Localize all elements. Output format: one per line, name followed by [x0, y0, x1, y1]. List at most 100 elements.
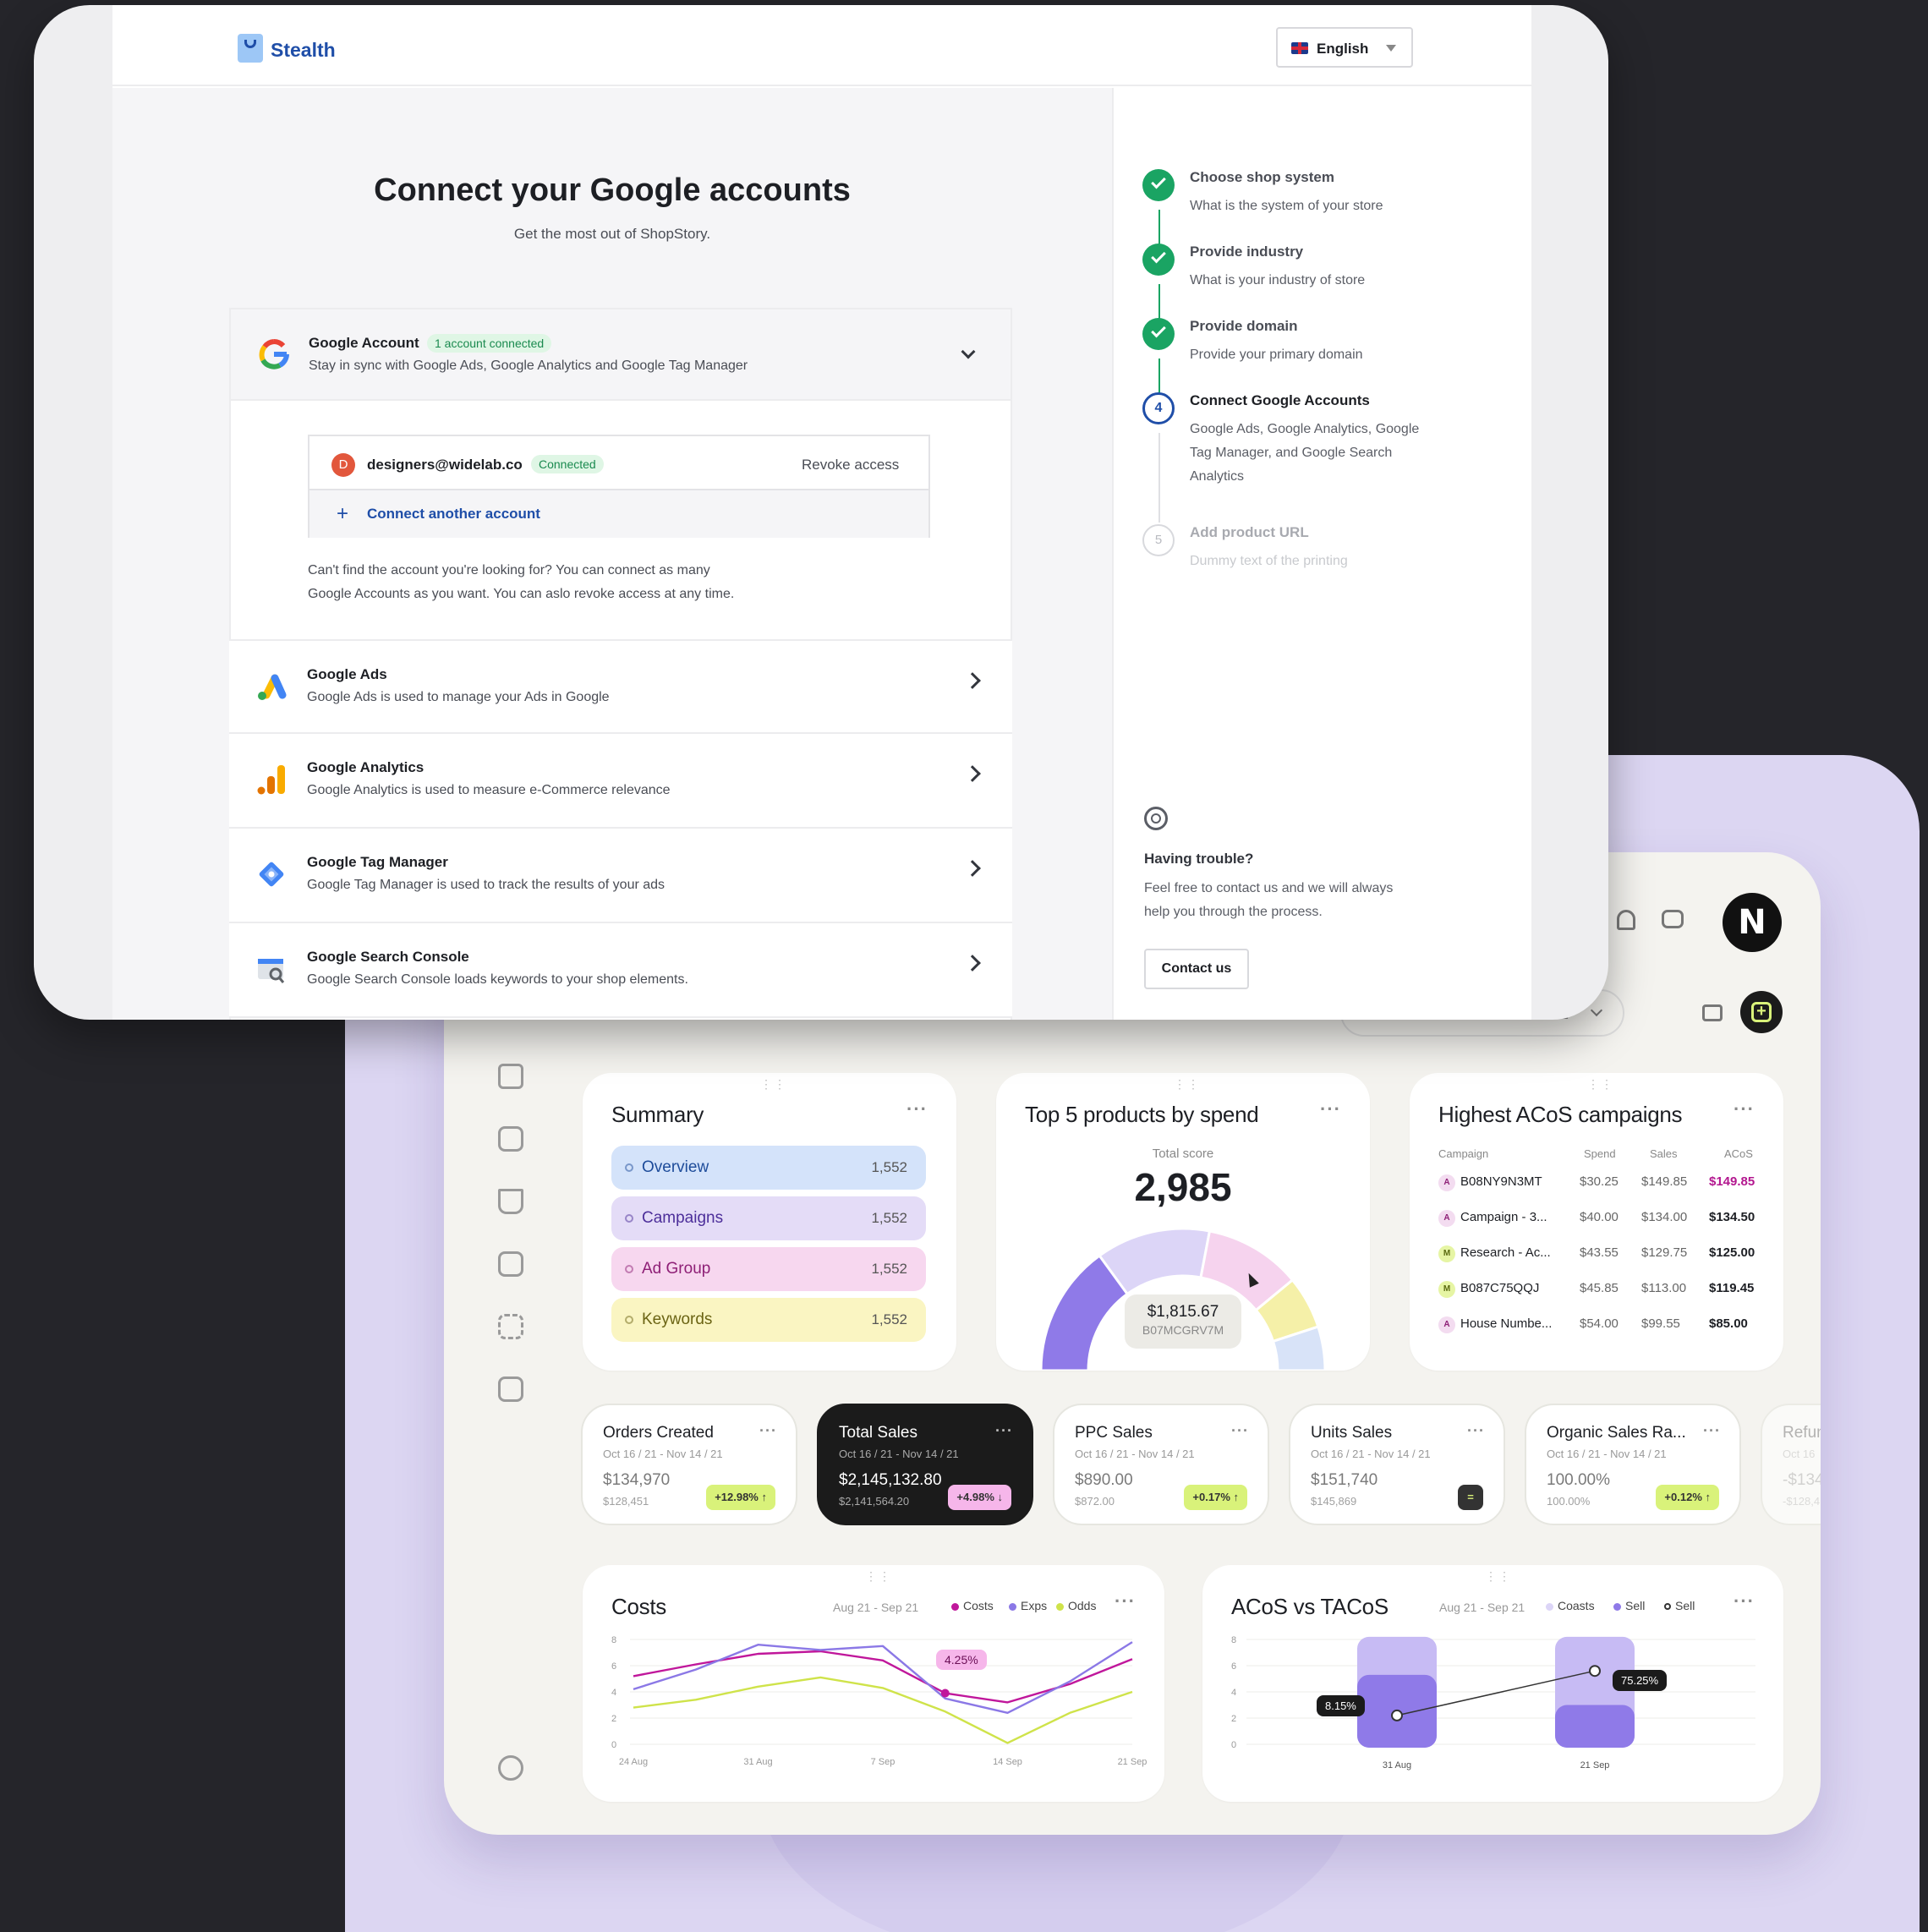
- service-google-tag-manager[interactable]: Google Tag Manager Google Tag Manager is…: [229, 829, 1012, 923]
- support-icon[interactable]: [498, 1755, 523, 1781]
- kpi-total-sales[interactable]: Total Sales ··· Oct 16 / 21 - Nov 14 / 2…: [817, 1404, 1033, 1525]
- google-account-header[interactable]: Google Account 1 account connected Stay …: [229, 308, 1012, 401]
- acos-row[interactable]: A B08NY9N3MT $30.25 $149.85 $149.85: [1438, 1169, 1777, 1195]
- acos-row[interactable]: M Research - Ac... $43.55 $129.75 $125.0…: [1438, 1240, 1777, 1266]
- summary-card: ⋮⋮ Summary ··· Overview 1,552 Campaigns …: [583, 1073, 956, 1371]
- more-icon[interactable]: ···: [995, 1422, 1013, 1440]
- report-icon[interactable]: [498, 1251, 523, 1277]
- bell-icon[interactable]: [1617, 910, 1635, 930]
- kpi-ppc-sales[interactable]: PPC Sales ··· Oct 16 / 21 - Nov 14 / 21 …: [1053, 1404, 1269, 1525]
- service-google-search-console[interactable]: Google Search Console Google Search Cons…: [229, 923, 1012, 1018]
- help-text-line1: Can't find the account you're looking fo…: [308, 563, 710, 577]
- drag-handle[interactable]: ⋮⋮: [1587, 1078, 1614, 1090]
- step-description: What is the system of your store: [1190, 199, 1383, 213]
- summary-row-keywords[interactable]: Keywords 1,552: [611, 1298, 926, 1342]
- campaign-sales: $134.00: [1641, 1210, 1688, 1224]
- chart-series: [633, 1641, 1133, 1744]
- summary-row-campaigns[interactable]: Campaigns 1,552: [611, 1196, 926, 1240]
- step-description: Dummy text of the printing: [1190, 554, 1348, 568]
- more-icon[interactable]: ···: [1703, 1422, 1721, 1440]
- tooltip-value: $1,815.67: [1147, 1303, 1219, 1321]
- onboarding-app: Stealth English Connect your Google acco…: [112, 5, 1531, 1020]
- contact-us-button[interactable]: Contact us: [1144, 949, 1249, 989]
- folder-icon[interactable]: [1702, 1004, 1723, 1021]
- acos-row[interactable]: A Campaign - 3... $40.00 $134.00 $134.50: [1438, 1205, 1777, 1230]
- language-label: English: [1317, 41, 1369, 57]
- kpi-dates: Oct 16 / 21 - Nov 14 / 21: [1547, 1448, 1667, 1460]
- kpi-units-sales[interactable]: Units Sales ··· Oct 16 / 21 - Nov 14 / 2…: [1289, 1404, 1505, 1525]
- google-tag-manager-icon: [259, 862, 284, 887]
- summary-row-label: Overview: [642, 1158, 709, 1176]
- kpi-organic-sales[interactable]: Organic Sales Ra... ··· Oct 16 / 21 - No…: [1525, 1404, 1741, 1525]
- acos-row[interactable]: A House Numbe... $54.00 $99.55 $85.00: [1438, 1311, 1777, 1337]
- add-button[interactable]: +: [1740, 991, 1783, 1033]
- language-select[interactable]: English: [1276, 27, 1413, 68]
- campaign-acos: $134.50: [1709, 1210, 1755, 1224]
- summary-row-overview[interactable]: Overview 1,552: [611, 1146, 926, 1190]
- chevron-right-icon: [964, 955, 981, 971]
- more-icon[interactable]: ···: [759, 1422, 777, 1440]
- chevron-up-icon[interactable]: [961, 344, 976, 359]
- more-icon[interactable]: ···: [1231, 1422, 1249, 1440]
- step-description: What is your industry of store: [1190, 273, 1366, 287]
- service-google-ads[interactable]: Google Ads Google Ads is used to manage …: [229, 639, 1012, 734]
- y-tick-label: 6: [1231, 1661, 1236, 1672]
- kpi-dates: Oct 16 / 21 - Nov 14 / 21: [603, 1448, 723, 1460]
- box-icon[interactable]: [498, 1064, 523, 1089]
- google-icon: [259, 339, 289, 369]
- campaign-acos: $85.00: [1709, 1316, 1748, 1331]
- kpi-change: +0.12%: [1664, 1491, 1702, 1503]
- kpi-orders-created[interactable]: Orders Created ··· Oct 16 / 21 - Nov 14 …: [581, 1404, 797, 1525]
- kpi-change: +4.98%: [956, 1491, 994, 1503]
- x-tick-label: 7 Sep: [871, 1757, 896, 1767]
- costs-line-chart: 0 2 4 6 8 24 Aug 31 Aug 7 Sep 14 Sep 21 Sep: [611, 1635, 1147, 1767]
- basket-icon[interactable]: [498, 1189, 523, 1214]
- service-title: Google Tag Manager: [307, 854, 448, 870]
- more-icon[interactable]: ···: [906, 1098, 928, 1120]
- page-subtitle: Get the most out of ShopStory.: [513, 226, 711, 242]
- data-point-marker: [940, 1688, 950, 1698]
- more-icon[interactable]: ···: [1734, 1098, 1755, 1120]
- revoke-access-link[interactable]: Revoke access: [802, 457, 899, 473]
- y-tick-label: 0: [611, 1740, 616, 1750]
- more-icon[interactable]: ···: [1467, 1422, 1485, 1440]
- help-line1: Feel free to contact us and we will alwa…: [1144, 881, 1394, 895]
- y-tick-label: 4: [1231, 1688, 1236, 1698]
- acos-campaigns-card: ⋮⋮ Highest ACoS campaigns ··· Campaign S…: [1410, 1073, 1783, 1371]
- step-number: 4: [1142, 392, 1175, 424]
- chat-icon[interactable]: [1662, 910, 1684, 928]
- service-description: Google Tag Manager is used to track the …: [307, 878, 665, 892]
- logo-icon: [238, 34, 263, 63]
- kpi-refunds[interactable]: Refun Oct 16 -$134 -$128,4: [1761, 1404, 1821, 1525]
- inbox-icon[interactable]: [498, 1126, 523, 1152]
- briefcase-icon[interactable]: [498, 1376, 523, 1402]
- header-sales: Sales: [1650, 1147, 1678, 1160]
- brand-name: Stealth: [271, 39, 336, 61]
- avatar[interactable]: N: [1723, 893, 1782, 952]
- sell-point: [1589, 1665, 1601, 1678]
- kpi-value: $890.00: [1075, 1471, 1133, 1489]
- tooltip-sku: B07MCGRV7M: [1142, 1323, 1224, 1337]
- summary-row-ad-group[interactable]: Ad Group 1,552: [611, 1247, 926, 1291]
- plus-icon: +: [1751, 1002, 1772, 1022]
- connect-another-row[interactable]: + Connect another account: [309, 489, 928, 538]
- summary-row-count: 1,552: [871, 1159, 907, 1175]
- step-title: Connect Google Accounts: [1190, 392, 1370, 408]
- service-google-analytics[interactable]: Google Analytics Google Analytics is use…: [229, 734, 1012, 829]
- service-description: Google Analytics is used to measure e-Co…: [307, 783, 671, 797]
- campaign-acos: $149.85: [1709, 1174, 1755, 1189]
- stepper-sidebar: Choose shop system What is the system of…: [1112, 88, 1531, 1020]
- google-account-title: Google Account: [309, 335, 419, 351]
- bullet-icon: [625, 1214, 633, 1223]
- campaign-name: Campaign - 3...: [1460, 1210, 1547, 1224]
- account-email: designers@widelab.co: [367, 457, 523, 473]
- y-tick-label: 4: [611, 1688, 616, 1698]
- x-tick-label: 14 Sep: [993, 1757, 1022, 1767]
- scan-icon[interactable]: [498, 1314, 523, 1339]
- kpi-value: 100.00%: [1547, 1471, 1611, 1489]
- y-tick-label: 8: [611, 1635, 616, 1645]
- drag-handle[interactable]: ⋮⋮: [760, 1078, 787, 1090]
- header-campaign: Campaign: [1438, 1147, 1489, 1160]
- acos-row[interactable]: M B087C75QQJ $45.85 $113.00 $119.45: [1438, 1276, 1777, 1301]
- summary-row-count: 1,552: [871, 1210, 907, 1226]
